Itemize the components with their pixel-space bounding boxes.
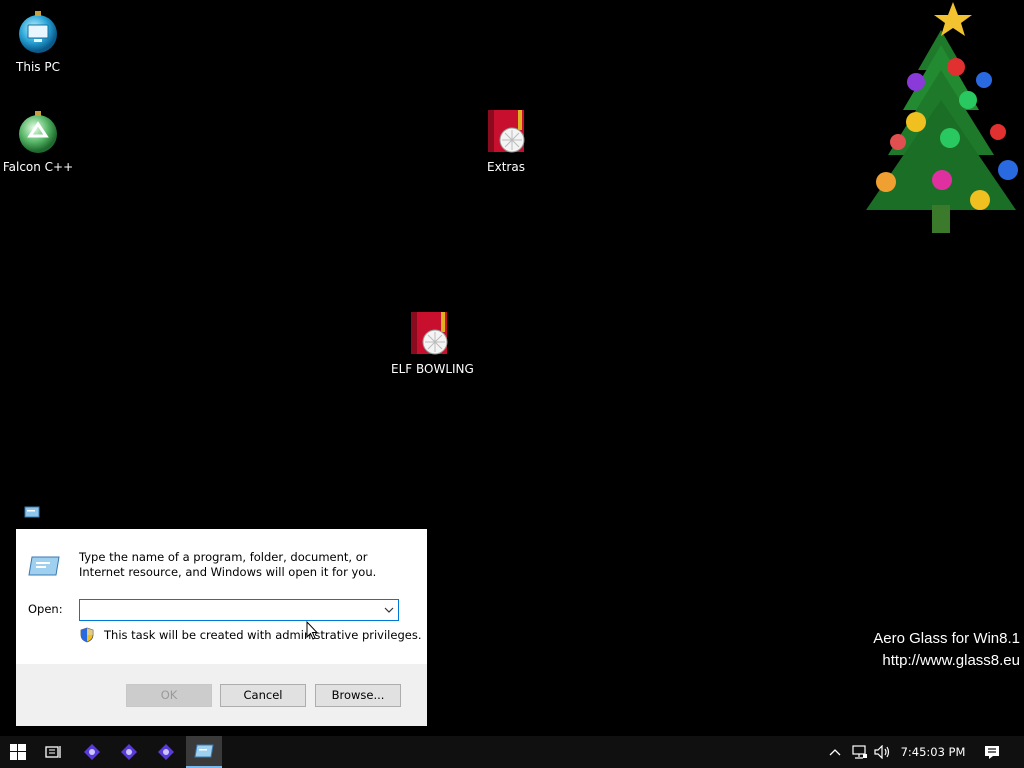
game-box-icon [488, 110, 525, 153]
task-view-icon [45, 746, 61, 758]
falcon-cpp-icon [19, 111, 57, 153]
notification-icon [985, 745, 999, 759]
app-icon [84, 744, 100, 760]
app-icon [121, 744, 137, 760]
run-icon [28, 556, 60, 576]
uac-shield-icon [80, 627, 94, 643]
open-combobox[interactable] [79, 599, 399, 621]
christmas-tree-gadget[interactable] [858, 0, 1024, 236]
run-dialog: Type the name of a program, folder, docu… [16, 529, 427, 726]
open-input[interactable] [82, 602, 372, 618]
taskbar-app-3[interactable] [148, 736, 184, 768]
watermark-line-1: Aero Glass for Win8.1 [873, 630, 1020, 647]
aero-glass-watermark: Aero Glass for Win8.1 http://www.glass8.… [873, 628, 1020, 672]
ok-button[interactable]: OK [126, 684, 212, 707]
start-button[interactable] [0, 736, 36, 768]
network-icon [852, 745, 867, 759]
taskbar-clock[interactable]: 7:45:03 PM [896, 736, 970, 768]
speaker-icon [874, 745, 890, 759]
this-pc-icon [19, 11, 57, 53]
taskbar-run-app[interactable] [186, 736, 222, 768]
desktop-icon-label: Extras [487, 160, 525, 174]
chevron-up-icon [829, 749, 841, 756]
taskbar-app-1[interactable] [74, 736, 110, 768]
desktop-icon-elf-bowling[interactable]: ELF BOWLING [391, 310, 474, 376]
browse-button[interactable]: Browse... [315, 684, 401, 707]
desktop-icon-label: Falcon C++ [2, 160, 74, 174]
game-box-icon [411, 312, 448, 355]
desktop-icon-label: ELF BOWLING [391, 362, 474, 376]
open-label: Open: [28, 602, 63, 616]
dialog-footer: OK Cancel Browse... [16, 664, 427, 726]
desktop-icon-extras[interactable]: Extras [468, 108, 544, 174]
windows-logo-icon [10, 744, 26, 760]
taskbar-app-2[interactable] [111, 736, 147, 768]
cancel-button[interactable]: Cancel [220, 684, 306, 707]
run-titlebar-icon [24, 506, 40, 518]
run-icon [194, 744, 214, 758]
chevron-down-icon[interactable] [382, 603, 396, 617]
task-view-button[interactable] [36, 736, 72, 768]
tray-volume[interactable] [872, 736, 894, 768]
tray-chevron[interactable] [826, 736, 844, 768]
run-description: Type the name of a program, folder, docu… [79, 550, 377, 579]
admin-privileges-note: This task will be created with administr… [104, 628, 422, 642]
tray-network[interactable] [850, 736, 870, 768]
mouse-cursor [306, 621, 318, 640]
action-center-button[interactable] [980, 736, 1004, 768]
watermark-line-2: http://www.glass8.eu [882, 652, 1020, 669]
app-icon [158, 744, 174, 760]
desktop-icon-label: This PC [16, 60, 60, 74]
desktop-icon-falcon-cpp[interactable]: Falcon C++ [0, 108, 76, 174]
desktop-icon-this-pc[interactable]: This PC [0, 8, 76, 74]
taskbar: 7:45:03 PM [0, 736, 1024, 768]
